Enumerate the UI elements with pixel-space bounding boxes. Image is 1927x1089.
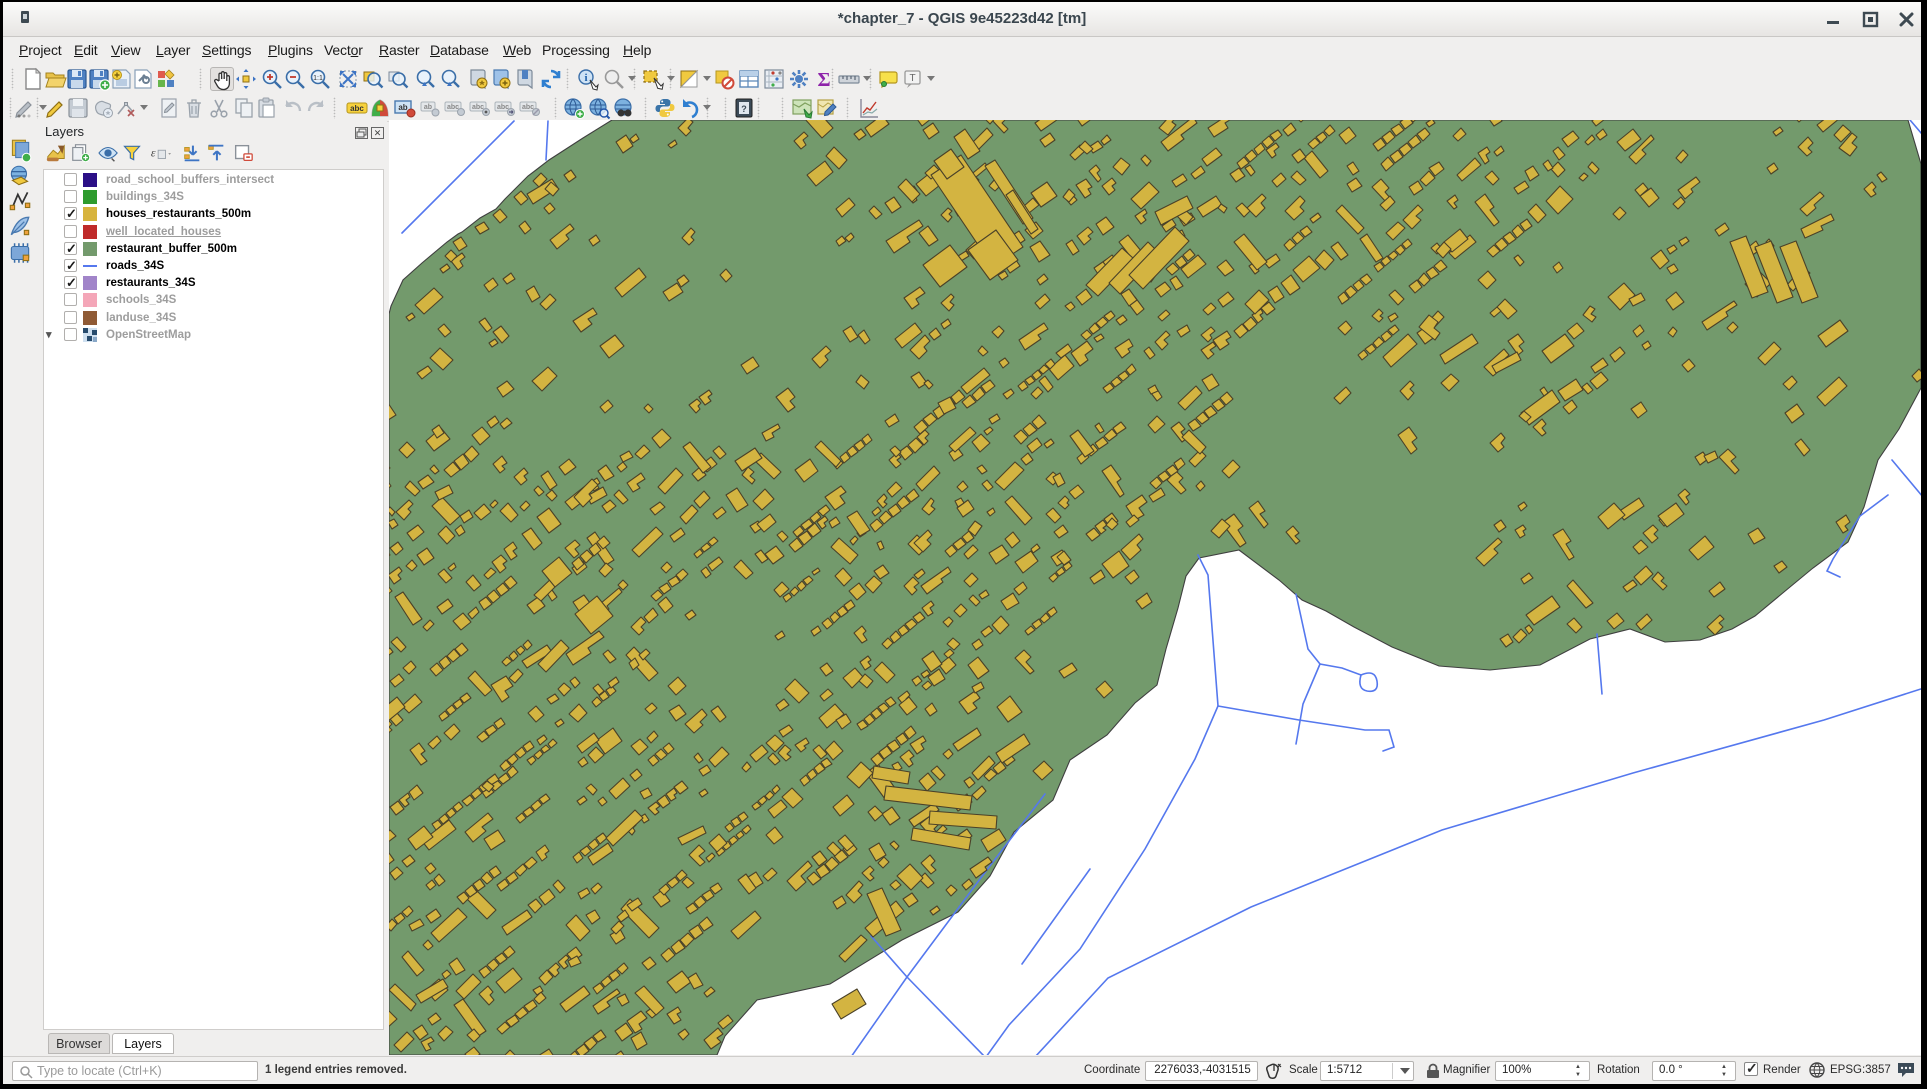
svg-text:abc: abc	[522, 104, 534, 111]
svg-text:T: T	[909, 73, 915, 84]
svg-text:?: ?	[741, 104, 747, 114]
svg-text:ab: ab	[424, 104, 432, 111]
svg-text:ε: ε	[151, 146, 156, 160]
svg-text:abc: abc	[472, 104, 484, 111]
svg-text:Σ: Σ	[817, 69, 830, 91]
svg-text:abc: abc	[447, 104, 459, 111]
svg-text:abc: abc	[497, 104, 509, 111]
svg-text:abc: abc	[350, 104, 364, 113]
svg-text:ab: ab	[398, 103, 407, 112]
svg-text:i: i	[584, 72, 587, 84]
svg-text:1:1: 1:1	[313, 75, 323, 82]
